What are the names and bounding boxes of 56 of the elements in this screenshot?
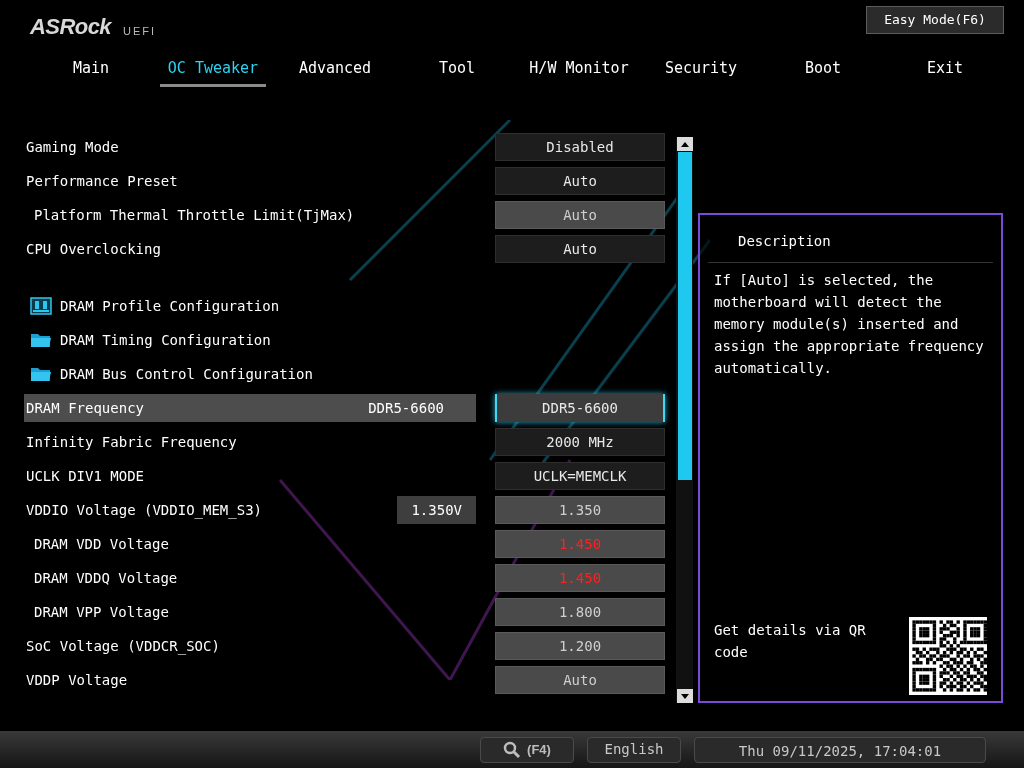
submenu-link[interactable]: DRAM Bus Control Configuration: [60, 363, 313, 385]
setting-value[interactable]: UCLK=MEMCLK: [495, 462, 665, 490]
submenu-link[interactable]: DRAM Profile Configuration: [60, 295, 280, 317]
qr-code-icon: [909, 617, 987, 695]
nav-tab[interactable]: Security: [656, 57, 746, 87]
qr-caption: Get details via QR code: [714, 621, 867, 662]
scroll-down-icon[interactable]: [676, 689, 693, 703]
submenu-link[interactable]: DRAM Timing Configuration: [60, 329, 271, 351]
voltage-reading: 1.350V: [397, 496, 476, 524]
setting-label: Platform Thermal Throttle Limit(TjMax): [33, 205, 355, 225]
nav-tab[interactable]: Tool: [430, 57, 484, 87]
setting-value[interactable]: Auto: [495, 235, 665, 263]
scrollbar-thumb[interactable]: [677, 152, 692, 480]
setting-label: UCLK DIV1 MODE: [25, 466, 144, 486]
setting-row[interactable]: Infinity Fabric Frequency: [24, 428, 476, 456]
description-text: If [Auto] is selected, the motherboard will detect the memory module(s) inserted and assign the appropriate frequency automatically.: [714, 271, 985, 378]
nav-tab[interactable]: Boot: [796, 57, 850, 87]
setting-value[interactable]: Auto: [495, 167, 665, 195]
nav-tab[interactable]: H/W Monitor: [521, 57, 637, 87]
brand-logo: ASRock: [30, 13, 112, 41]
date-time: Thu 09/11/2025, 17:04:01: [694, 736, 986, 763]
setting-row[interactable]: Gaming Mode: [24, 133, 476, 161]
setting-label: CPU Overclocking: [25, 239, 161, 259]
setting-value[interactable]: DDR5-6600: [495, 394, 665, 422]
setting-label: Infinity Fabric Frequency: [25, 432, 237, 452]
setting-label: DRAM VPP Voltage: [33, 602, 169, 622]
logo-suffix: UEFI: [123, 23, 157, 39]
nav-tab[interactable]: Advanced: [290, 57, 380, 87]
easy-mode-button[interactable]: Easy Mode(F6): [866, 6, 1004, 34]
setting-row[interactable]: UCLK DIV1 MODE: [24, 462, 476, 490]
setting-label: DRAM VDD Voltage: [33, 534, 169, 554]
current-value: DDR5-6600: [368, 398, 445, 418]
description-title: Description: [737, 232, 832, 251]
language-button[interactable]: English: [587, 736, 681, 763]
scroll-up-icon[interactable]: [676, 137, 693, 151]
setting-label: VDDP Voltage: [25, 670, 128, 690]
setting-label: Gaming Mode: [25, 137, 119, 157]
memory-module-icon: [30, 297, 52, 315]
nav-tab[interactable]: Exit: [918, 57, 972, 87]
nav-tab[interactable]: OC Tweaker: [159, 57, 267, 87]
setting-label: Performance Preset: [25, 171, 178, 191]
setting-label: DRAM VDDQ Voltage: [33, 568, 178, 588]
setting-row[interactable]: CPU Overclocking: [24, 235, 476, 263]
nav-tab[interactable]: Main: [64, 57, 118, 87]
setting-row[interactable]: DRAM Frequency DDR5-6600: [24, 394, 476, 422]
search-icon: [503, 740, 522, 759]
setting-value[interactable]: 2000 MHz: [495, 428, 665, 456]
scrollbar[interactable]: [676, 137, 693, 703]
setting-label: DRAM Frequency: [25, 398, 144, 418]
setting-value[interactable]: Disabled: [495, 133, 665, 161]
setting-label: VDDIO Voltage (VDDIO_MEM_S3): [25, 500, 262, 521]
setting-row[interactable]: Performance Preset: [24, 167, 476, 195]
folder-icon: [30, 332, 52, 348]
search-button[interactable]: (F4): [480, 736, 574, 763]
folder-icon: [30, 366, 52, 382]
setting-label: SoC Voltage (VDDCR_SOC): [25, 636, 220, 657]
